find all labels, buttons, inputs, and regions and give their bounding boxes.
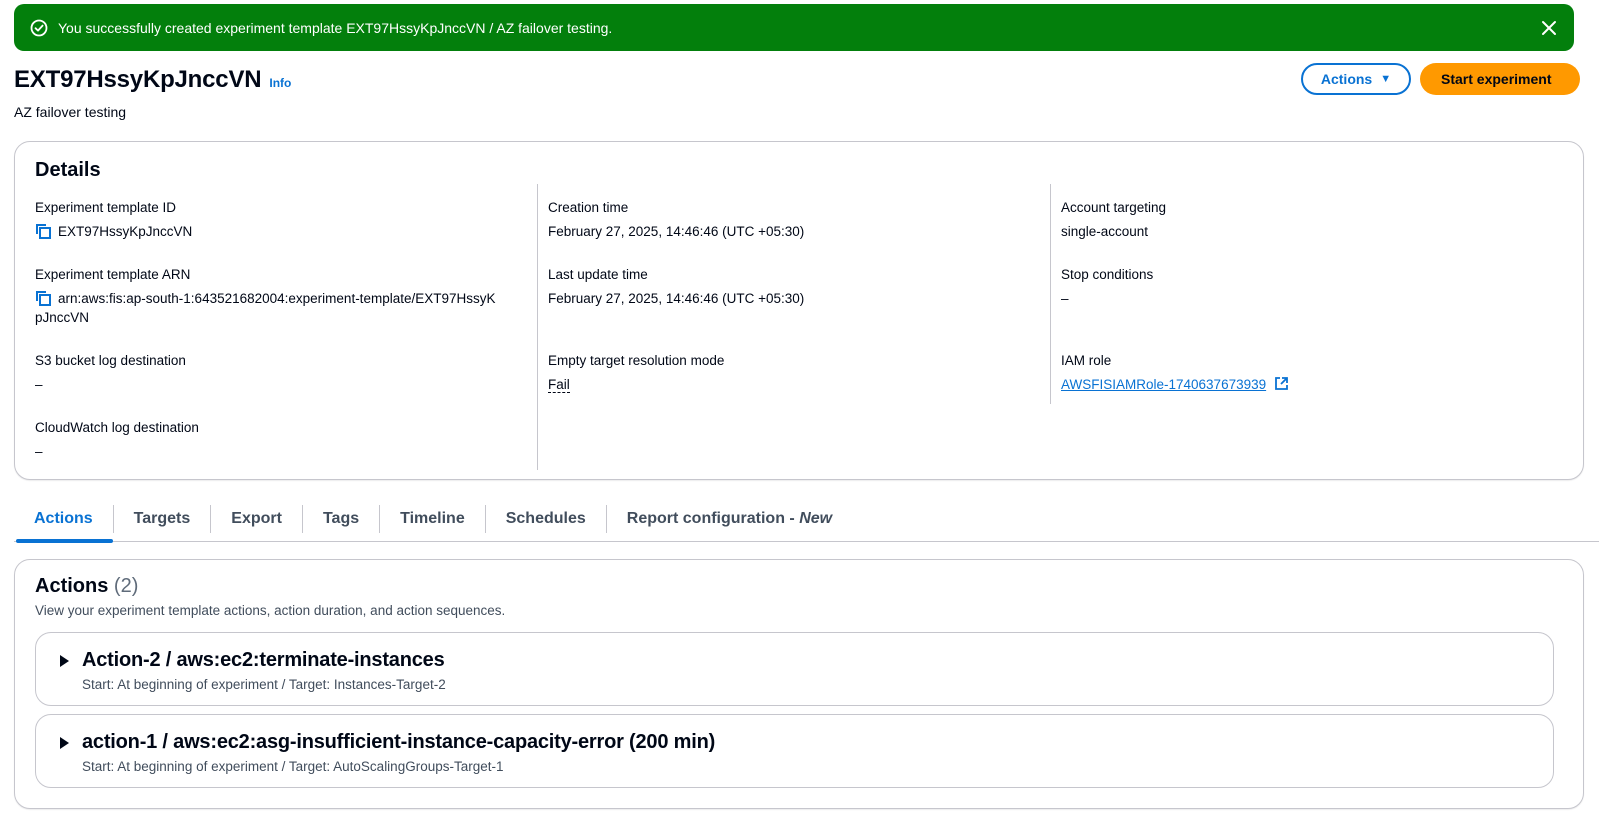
iam-role-field: IAM role AWSFISIAMRole-1740637673939 (1061, 353, 1289, 394)
action-subtitle: Start: At beginning of experiment / Targ… (82, 759, 504, 774)
flash-message: You successfully created experiment temp… (58, 19, 613, 36)
start-experiment-label: Start experiment (1441, 71, 1552, 87)
tab-export[interactable]: Export (211, 500, 302, 542)
field-value: EXT97HssyKpJnccVN (58, 224, 193, 239)
field-label: Last update time (548, 267, 648, 282)
tab-actions[interactable]: Actions (14, 500, 113, 543)
info-link[interactable]: Info (269, 76, 291, 90)
field-label: CloudWatch log destination (35, 420, 199, 435)
field-value: – (1061, 291, 1069, 306)
field-value: February 27, 2025, 14:46:46 (UTC +05:30) (548, 291, 805, 306)
column-divider (1050, 184, 1051, 404)
last-update-time-field: Last update time February 27, 2025, 14:4… (548, 267, 804, 308)
tab-label: Targets (133, 510, 191, 527)
iam-role-link[interactable]: AWSFISIAMRole-1740637673939 (1061, 377, 1266, 392)
new-badge: New (799, 510, 833, 527)
tab-label: Export (231, 510, 282, 527)
template-id-field: Experiment template ID EXT97HssyKpJnccVN (35, 200, 192, 241)
field-label: Experiment template ID (35, 200, 177, 215)
field-value: – (35, 444, 43, 459)
empty-target-mode-field: Empty target resolution mode Fail (548, 353, 724, 394)
page-subtitle: AZ failover testing (14, 104, 127, 120)
field-label: Empty target resolution mode (548, 353, 725, 368)
field-value: single-account (1061, 224, 1149, 239)
template-arn-field: Experiment template ARN arn:aws:fis:ap-s… (35, 267, 535, 327)
account-targeting-field: Account targeting single-account (1061, 200, 1166, 241)
page-title: EXT97HssyKpJnccVN Info (14, 66, 291, 94)
copy-icon[interactable] (35, 223, 52, 240)
details-container: Details Experiment template ID EXT97Hssy… (14, 141, 1584, 480)
close-icon[interactable] (1538, 17, 1560, 39)
page-heading: EXT97HssyKpJnccVN (14, 66, 262, 93)
actions-container: Actions (2) View your experiment templat… (14, 559, 1584, 809)
tab-label: Actions (34, 510, 93, 527)
field-label: Experiment template ARN (35, 267, 191, 282)
tab-targets[interactable]: Targets (114, 500, 211, 542)
empty-target-mode-popover[interactable]: Fail (548, 377, 570, 393)
tab-label: Schedules (505, 510, 586, 527)
success-flashbar: You successfully created experiment temp… (14, 4, 1574, 51)
column-divider (537, 184, 538, 470)
tab-label: Report configuration - (626, 510, 800, 527)
field-value: arn:aws:fis:ap-south-1:643521682004:expe… (58, 291, 496, 306)
tab-timeline[interactable]: Timeline (380, 500, 485, 542)
copy-icon[interactable] (35, 290, 52, 307)
caret-down-icon: ▼ (1380, 73, 1392, 85)
tab-bar: Actions Targets Export Tags Timeline Sch… (14, 500, 1599, 543)
tab-label: Timeline (400, 510, 465, 527)
details-heading: Details (35, 159, 101, 181)
actions-count: (2) (113, 575, 139, 597)
caret-right-icon (60, 737, 69, 749)
stop-conditions-field: Stop conditions – (1061, 267, 1153, 308)
field-label: Creation time (548, 200, 629, 215)
actions-dropdown-button[interactable]: Actions ▼ (1301, 63, 1411, 95)
tab-report-configuration[interactable]: Report configuration - New (607, 500, 852, 542)
actions-heading: Actions (2) (35, 575, 138, 598)
action-expandable[interactable]: action-1 / aws:ec2:asg-insufficient-inst… (35, 714, 1554, 788)
field-label: Account targeting (1061, 200, 1167, 215)
action-subtitle: Start: At beginning of experiment / Targ… (82, 677, 446, 692)
field-value: February 27, 2025, 14:46:46 (UTC +05:30) (548, 224, 805, 239)
field-label: Stop conditions (1061, 267, 1154, 282)
check-circle-icon (30, 19, 48, 37)
action-title: Action-2 / aws:ec2:terminate-instances (82, 649, 445, 671)
start-experiment-button[interactable]: Start experiment (1420, 63, 1580, 95)
tab-label: Tags (322, 510, 360, 527)
field-label: IAM role (1061, 353, 1112, 368)
external-link-icon[interactable] (1274, 376, 1289, 391)
cloudwatch-log-field: CloudWatch log destination – (35, 420, 199, 461)
field-label: S3 bucket log destination (35, 353, 186, 368)
action-title: action-1 / aws:ec2:asg-insufficient-inst… (82, 731, 716, 753)
field-value: – (35, 377, 43, 392)
tab-tags[interactable]: Tags (303, 500, 379, 542)
tab-schedules[interactable]: Schedules (486, 500, 606, 542)
s3-log-field: S3 bucket log destination – (35, 353, 186, 394)
actions-heading-text: Actions (35, 575, 109, 597)
actions-button-label: Actions (1320, 71, 1373, 87)
caret-right-icon (60, 655, 69, 667)
creation-time-field: Creation time February 27, 2025, 14:46:4… (548, 200, 804, 241)
field-value-wrap: pJnccVN (35, 310, 90, 325)
actions-description: View your experiment template actions, a… (35, 603, 506, 618)
action-expandable[interactable]: Action-2 / aws:ec2:terminate-instances S… (35, 632, 1554, 706)
